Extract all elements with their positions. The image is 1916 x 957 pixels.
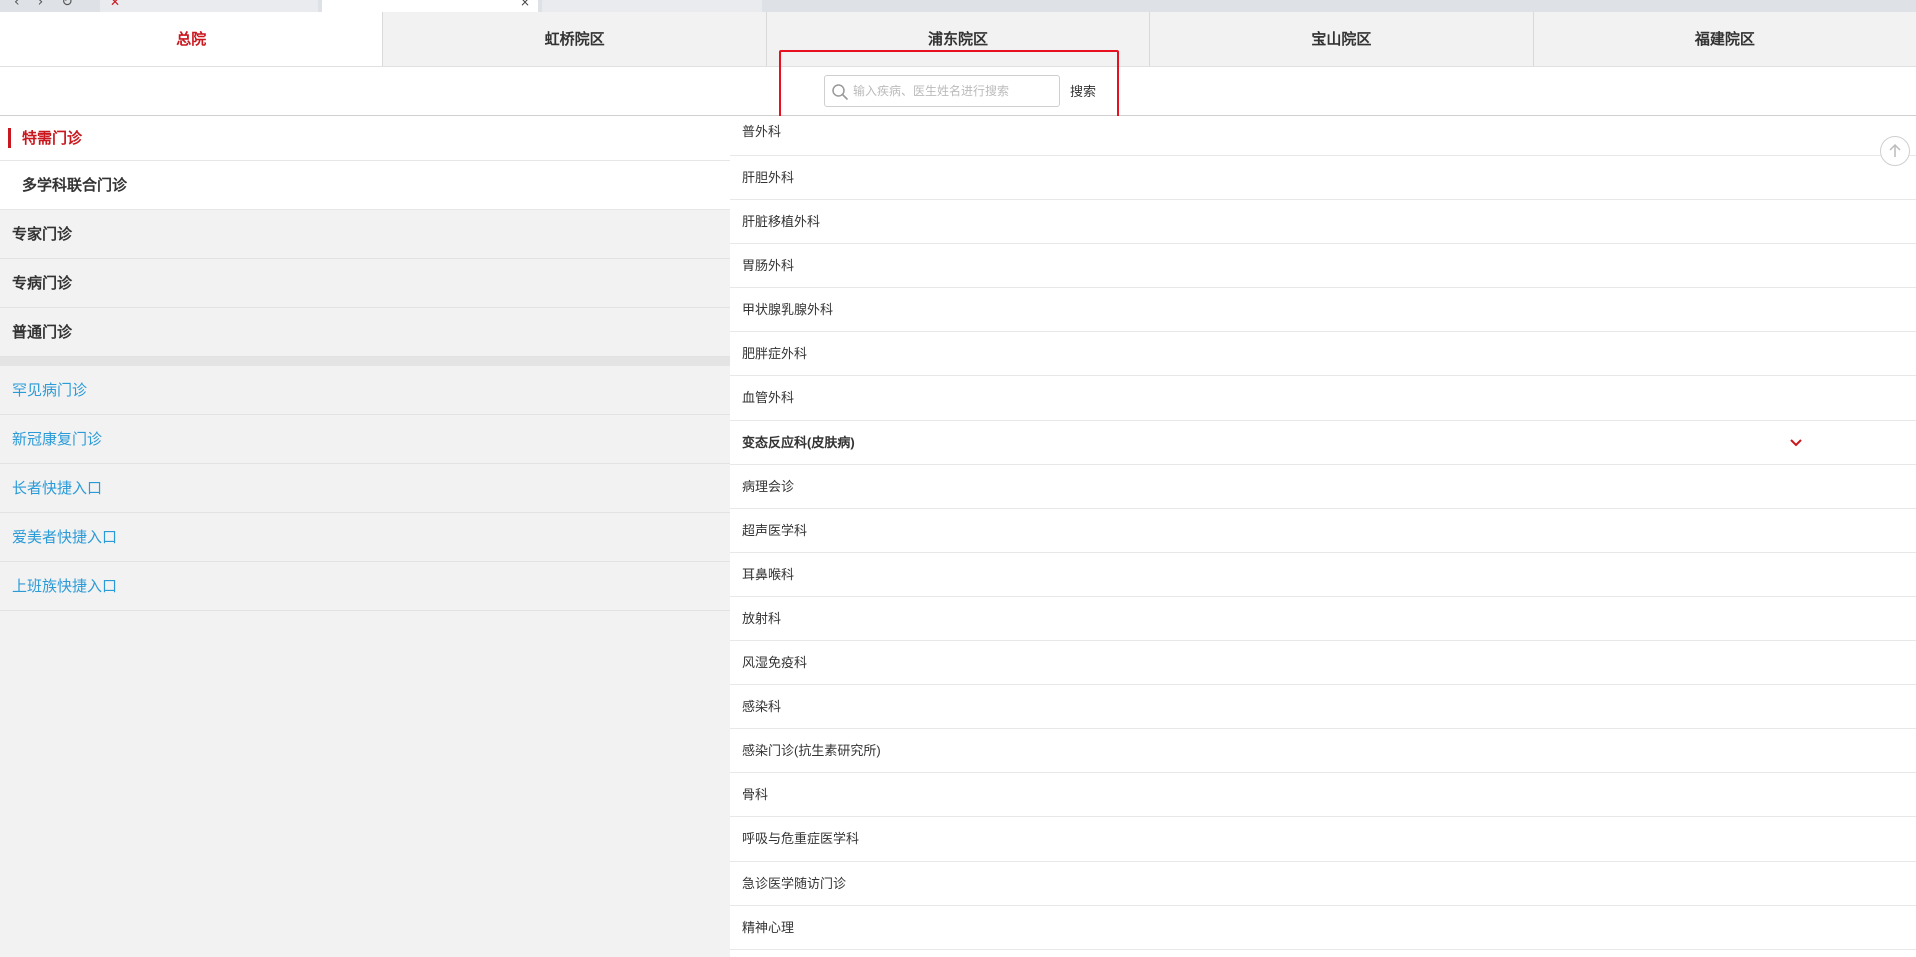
list-item[interactable]: 肥胖症外科 xyxy=(730,332,1916,377)
list-item-expandable[interactable]: 变态反应科(皮肤病) xyxy=(730,421,1916,465)
list-item[interactable]: 精神心理 xyxy=(730,906,1916,950)
sidebar-item-expert-clinic[interactable]: 专家门诊 xyxy=(0,210,730,259)
list-item[interactable]: 呼吸与危重症医学科 xyxy=(730,817,1916,862)
sidebar-item-mdt-clinic[interactable]: 多学科联合门诊 xyxy=(0,161,730,210)
campus-tabs: 总院 虹桥院区 浦东院区 宝山院区 福建院区 xyxy=(0,12,1916,67)
search-input[interactable] xyxy=(853,76,1055,106)
arrow-up-icon xyxy=(1889,143,1901,157)
search-bar: 搜索 xyxy=(0,67,1916,116)
close-tab-icon[interactable]: × xyxy=(520,0,530,8)
sidebar-link-covid-recovery[interactable]: 新冠康复门诊 xyxy=(0,415,730,464)
list-item[interactable]: 肝胆外科 xyxy=(730,156,1916,201)
list-item[interactable]: 病理会诊 xyxy=(730,465,1916,509)
sidebar-item-general-clinic[interactable]: 普通门诊 xyxy=(0,308,730,357)
sidebar-link-elderly-entry[interactable]: 长者快捷入口 xyxy=(0,464,730,513)
site-favicon-icon: ✕ xyxy=(110,0,121,9)
list-item[interactable]: 风湿免疫科 xyxy=(730,641,1916,686)
browser-tab-1[interactable]: ✕ xyxy=(100,0,318,12)
list-item[interactable]: 急诊医学随访门诊 xyxy=(730,862,1916,906)
search-field xyxy=(824,75,1060,107)
list-item[interactable]: 放射科 xyxy=(730,597,1916,642)
browser-tab-strip: ‹›↻ ✕ × xyxy=(0,0,1916,12)
list-item[interactable]: 超声医学科 xyxy=(730,509,1916,553)
list-item[interactable]: 普外科 xyxy=(730,116,1916,156)
browser-tab-2[interactable]: × xyxy=(322,0,538,12)
tab-fujian-campus[interactable]: 福建院区 xyxy=(1532,12,1916,66)
sidebar-divider xyxy=(0,357,730,366)
list-item[interactable]: 甲状腺乳腺外科 xyxy=(730,288,1916,333)
tab-pudong-campus[interactable]: 浦东院区 xyxy=(765,12,1149,66)
browser-nav-icons[interactable]: ‹›↻ xyxy=(14,0,91,10)
back-to-top-button[interactable] xyxy=(1880,136,1910,166)
department-list: 普外科 肝胆外科 肝脏移植外科 胃肠外科 甲状腺乳腺外科 肥胖症外科 血管外科 … xyxy=(730,116,1916,957)
list-item[interactable]: 血管外科 xyxy=(730,376,1916,421)
tab-main-campus[interactable]: 总院 xyxy=(0,12,383,66)
sidebar-link-beauty-entry[interactable]: 爱美者快捷入口 xyxy=(0,513,730,562)
sidebar-item-specialty-disease-clinic[interactable]: 专病门诊 xyxy=(0,259,730,308)
list-item[interactable]: 感染科 xyxy=(730,685,1916,730)
chevron-down-icon[interactable] xyxy=(1788,435,1804,451)
tab-hongqiao-campus[interactable]: 虹桥院区 xyxy=(382,12,765,66)
clinic-type-sidebar: 特需门诊 多学科联合门诊 专家门诊 专病门诊 普通门诊 罕见病门诊 新冠康复门诊… xyxy=(0,116,730,957)
browser-tab-3[interactable] xyxy=(542,0,762,12)
sidebar-link-rare-disease[interactable]: 罕见病门诊 xyxy=(0,366,730,415)
list-item[interactable]: 感染门诊(抗生素研究所) xyxy=(730,729,1916,774)
list-item-label: 变态反应科(皮肤病) xyxy=(742,434,855,450)
list-item[interactable]: 骨科 xyxy=(730,773,1916,818)
list-item[interactable]: 耳鼻喉科 xyxy=(730,553,1916,597)
sidebar-link-office-worker-entry[interactable]: 上班族快捷入口 xyxy=(0,562,730,611)
tab-baoshan-campus[interactable]: 宝山院区 xyxy=(1149,12,1532,66)
search-icon xyxy=(832,84,848,100)
sidebar-item-special-clinic[interactable]: 特需门诊 xyxy=(0,116,730,161)
search-button[interactable]: 搜索 xyxy=(1070,81,1096,100)
list-item[interactable]: 肝脏移植外科 xyxy=(730,200,1916,245)
list-item[interactable]: 胃肠外科 xyxy=(730,244,1916,289)
